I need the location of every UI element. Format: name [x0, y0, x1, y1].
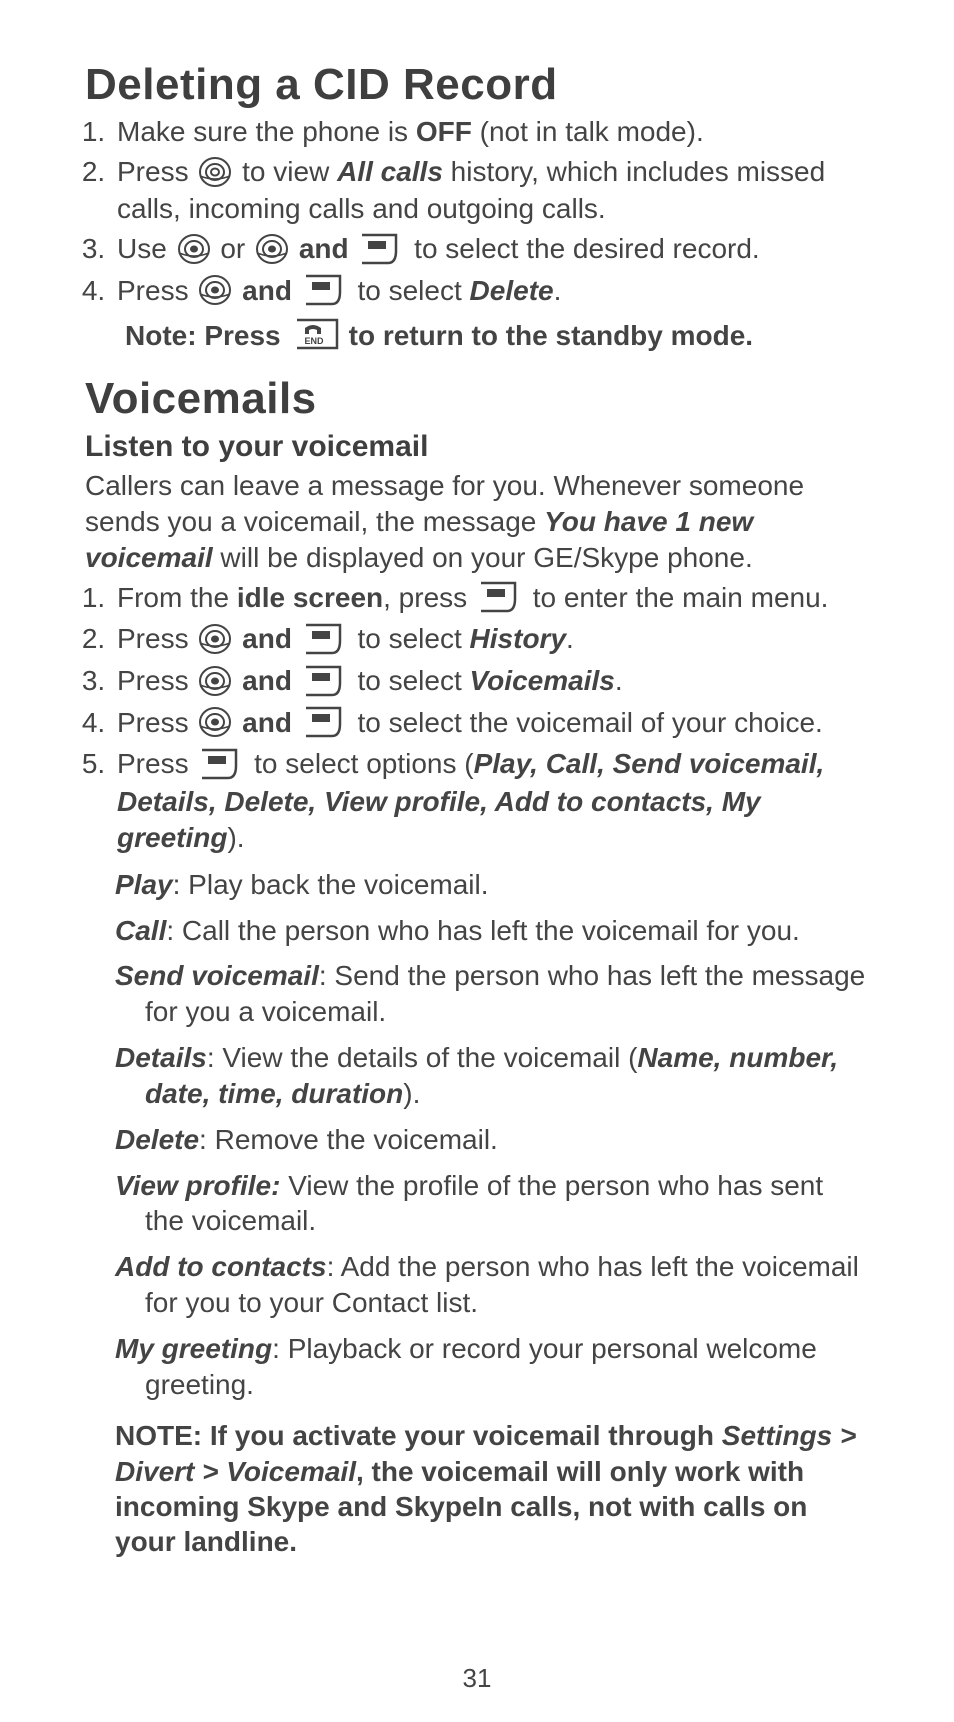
text: .	[615, 665, 623, 696]
label: Call	[115, 915, 166, 946]
text-voicemails: Voicemails	[470, 665, 615, 696]
text: : Remove the voicemail.	[199, 1124, 498, 1155]
text: Use	[117, 233, 175, 264]
text: Press	[117, 275, 196, 306]
label: View profile:	[115, 1170, 280, 1201]
softkey-icon	[198, 746, 244, 782]
label: Add to contacts	[115, 1251, 327, 1282]
text: will be displayed on your GE/Skype phone…	[213, 542, 753, 573]
label: Delete	[115, 1124, 199, 1155]
text: (not in talk mode).	[472, 116, 704, 147]
intro-paragraph: Callers can leave a message for you. Whe…	[85, 468, 869, 575]
section-title-voicemails: Voicemails	[85, 374, 869, 424]
text-off: OFF	[416, 116, 472, 147]
text: Note: Press	[125, 320, 281, 352]
text: or	[213, 233, 253, 264]
text: Press	[117, 623, 196, 654]
step-4: Press and to select Delete.	[113, 273, 869, 311]
option-call: Call: Call the person who has left the v…	[85, 913, 869, 949]
softkey-icon	[358, 231, 404, 267]
step-1: Make sure the phone is OFF (not in talk …	[113, 114, 869, 150]
option-details: Details: View the details of the voicema…	[85, 1040, 869, 1112]
text: From the	[117, 582, 237, 613]
option-play: Play: Play back the voicemail.	[85, 867, 869, 903]
text: Make sure the phone is	[117, 116, 416, 147]
option-view-profile: View profile: View the profile of the pe…	[85, 1168, 869, 1240]
vm-step-5: Press to select options (Play, Call, Sen…	[113, 746, 869, 856]
nav-button-icon	[198, 706, 232, 738]
deleting-steps: Make sure the phone is OFF (not in talk …	[85, 114, 869, 310]
note-voicemail-settings: NOTE: If you activate your voicemail thr…	[85, 1418, 869, 1559]
text: to select options (	[246, 748, 473, 779]
svg-text:END: END	[304, 336, 324, 346]
nav-button-icon	[177, 233, 211, 265]
manual-page: Deleting a CID Record Make sure the phon…	[0, 0, 954, 1722]
text: NOTE: If you activate your voicemail thr…	[115, 1420, 722, 1451]
nav-button-icon	[255, 233, 289, 265]
step-2: Press to view All calls history, which i…	[113, 154, 869, 227]
text: to view	[234, 156, 337, 187]
label: Details	[115, 1042, 207, 1073]
text: and	[291, 233, 356, 264]
end-key-icon: END	[287, 316, 343, 352]
step-3: Use or and to select the desired record.	[113, 231, 869, 269]
subsection-title-listen: Listen to your voicemail	[85, 430, 869, 464]
text: Press	[117, 156, 196, 187]
vm-step-1: From the idle screen, press to enter the…	[113, 580, 869, 618]
option-delete: Delete: Remove the voicemail.	[85, 1122, 869, 1158]
softkey-icon	[302, 621, 348, 657]
text-delete: Delete	[470, 275, 554, 306]
text: and	[234, 623, 299, 654]
text-allcalls: All calls	[337, 156, 443, 187]
text: .	[566, 623, 574, 654]
softkey-icon	[302, 272, 348, 308]
text: Press	[117, 665, 196, 696]
nav-button-icon	[198, 665, 232, 697]
text-idle: idle screen	[237, 582, 383, 613]
text: Press	[117, 748, 196, 779]
nav-button-icon	[198, 623, 232, 655]
label: My greeting	[115, 1333, 272, 1364]
label: Send voicemail	[115, 960, 319, 991]
text: to enter the main menu.	[525, 582, 829, 613]
page-number: 31	[0, 1663, 954, 1694]
option-my-greeting: My greeting: Playback or record your per…	[85, 1331, 869, 1403]
nav-button-icon	[198, 274, 232, 306]
vm-step-2: Press and to select History.	[113, 621, 869, 659]
text: to select the voicemail of your choice.	[350, 707, 823, 738]
softkey-icon	[302, 663, 348, 699]
text: to select	[350, 665, 470, 696]
text: Press	[117, 707, 196, 738]
voicemail-steps: From the idle screen, press to enter the…	[85, 580, 869, 857]
softkey-icon	[302, 704, 348, 740]
text: ).	[227, 822, 244, 853]
text: to select	[350, 275, 470, 306]
option-add-to-contacts: Add to contacts: Add the person who has …	[85, 1249, 869, 1321]
text: .	[554, 275, 562, 306]
label: Play	[115, 869, 173, 900]
text: to select	[350, 623, 470, 654]
section-title-deleting: Deleting a CID Record	[85, 60, 869, 110]
vm-step-4: Press and to select the voicemail of you…	[113, 705, 869, 743]
text: ).	[403, 1078, 420, 1109]
text: : View the details of the voicemail (	[207, 1042, 638, 1073]
note-standby: Note: Press END to return to the standby…	[85, 318, 869, 354]
text: and	[234, 275, 299, 306]
option-send-voicemail: Send voicemail: Send the person who has …	[85, 958, 869, 1030]
text: to select the desired record.	[406, 233, 759, 264]
text: and	[234, 707, 299, 738]
text: and	[234, 665, 299, 696]
vm-step-3: Press and to select Voicemails.	[113, 663, 869, 701]
softkey-icon	[477, 579, 523, 615]
text-history: History	[470, 623, 566, 654]
text: , press	[383, 582, 475, 613]
text: : Call the person who has left the voice…	[166, 915, 799, 946]
text: to return to the standby mode.	[349, 320, 753, 352]
nav-button-icon	[198, 156, 232, 188]
text: : Play back the voicemail.	[173, 869, 489, 900]
